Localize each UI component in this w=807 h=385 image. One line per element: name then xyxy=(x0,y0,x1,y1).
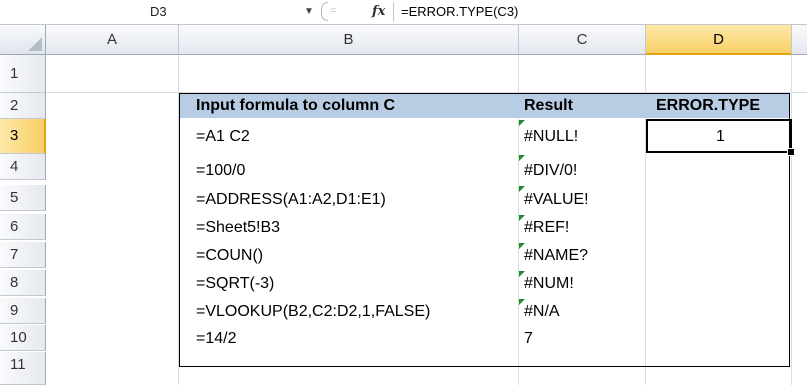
row-header-3[interactable]: 3 xyxy=(0,119,46,154)
row-header-11[interactable]: 11 xyxy=(0,352,46,385)
row-header-2[interactable]: 2 xyxy=(0,93,46,119)
formula-bar: D3 ▼ = fx =ERROR.TYPE(C3) xyxy=(0,0,807,25)
row-header-5[interactable]: 5 xyxy=(0,185,46,211)
row-header-10[interactable]: 10 xyxy=(0,325,46,351)
active-cell-d3[interactable] xyxy=(646,119,792,153)
row-header-7[interactable]: 7 xyxy=(0,242,46,268)
column-header-d[interactable]: D xyxy=(646,25,792,55)
column-header-b[interactable]: B xyxy=(179,25,519,55)
row-header-1[interactable]: 1 xyxy=(0,55,46,93)
gridline xyxy=(791,55,792,385)
column-header-c[interactable]: C xyxy=(519,25,646,55)
column-header-a[interactable]: A xyxy=(46,25,179,55)
row-header-4[interactable]: 4 xyxy=(0,154,46,180)
formula-input[interactable]: =ERROR.TYPE(C3) xyxy=(401,0,518,23)
row-header-6[interactable]: 6 xyxy=(0,214,46,240)
formula-bar-separator xyxy=(393,2,394,22)
insert-function-icon[interactable]: fx xyxy=(372,0,385,23)
name-box-dropdown-icon[interactable]: ▼ xyxy=(304,1,314,22)
row-header-8[interactable]: 8 xyxy=(0,270,46,296)
column-header-e[interactable] xyxy=(792,25,807,55)
row-header-9[interactable]: 9 xyxy=(0,298,46,324)
select-all-icon xyxy=(28,37,42,51)
formula-bar-equals-icon: = xyxy=(330,5,337,17)
name-box-value[interactable]: D3 xyxy=(150,0,167,23)
select-all-button[interactable] xyxy=(0,25,46,55)
fill-handle[interactable] xyxy=(787,148,795,156)
formula-bar-divider-icon xyxy=(321,2,328,21)
name-box[interactable]: D3 xyxy=(0,0,207,23)
